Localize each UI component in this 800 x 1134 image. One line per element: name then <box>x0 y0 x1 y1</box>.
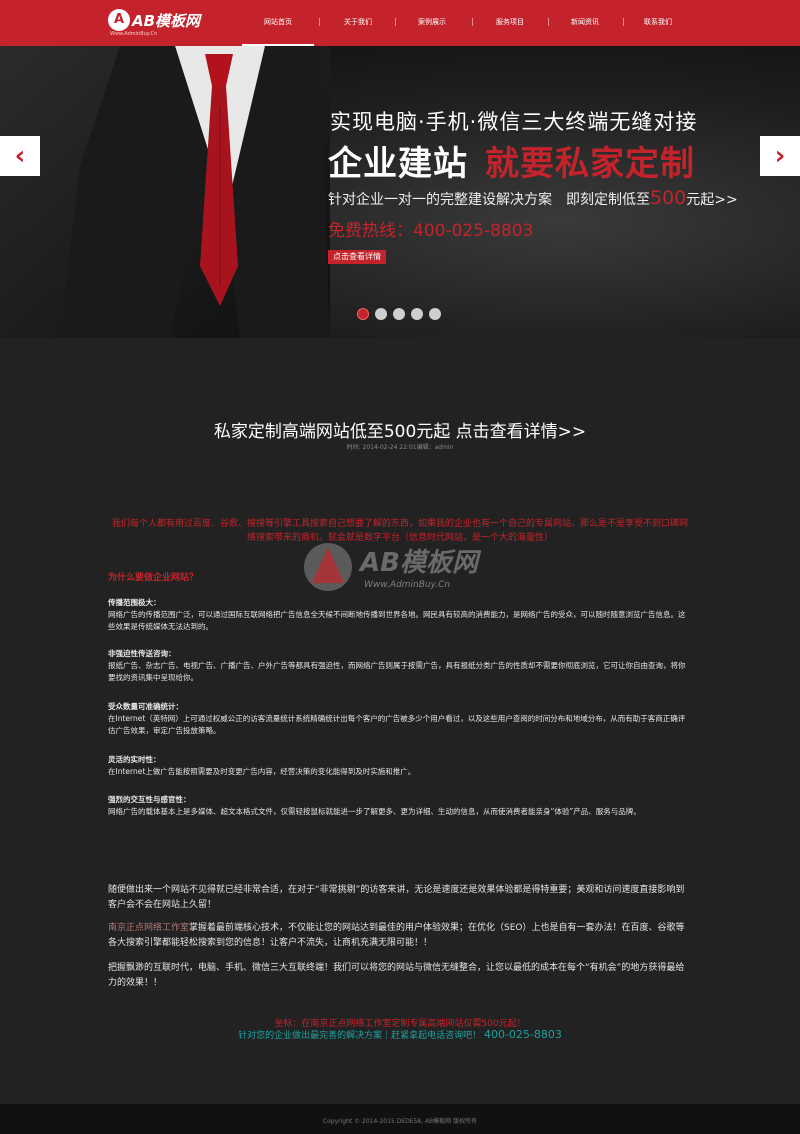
banner-offer: 针对企业一对一的完整建设解决方案 即刻定制低至500元起>> <box>328 187 738 209</box>
cta-contact: 针对您的企业做出最完善的解决方案｜赶紧拿起电话咨询吧！ 400-025-8803 <box>0 1028 800 1041</box>
cta-contact-text: 针对您的企业做出最完善的解决方案｜赶紧拿起电话咨询吧！ <box>238 1031 482 1041</box>
watermark-text: AB模板网 <box>358 548 482 578</box>
banner-offer-text: 针对企业一对一的完整建设解决方案 即刻定制低至 <box>328 192 650 208</box>
watermark-subtext: Www.AdminBuy.Cn <box>364 580 450 590</box>
details-button[interactable]: 点击查看详情 <box>328 250 386 264</box>
paragraph-speed: 随便做出来一个网站不见得就已经非常合适，在对于“非常挑剔”的访客来讲，无论是速度… <box>108 885 685 910</box>
section-body: 报纸广告、杂志广告、电视广告、广播广告、户外广告等都具有强迫性，而网络广告则属于… <box>108 661 686 682</box>
nav-separator: | <box>318 17 321 26</box>
section-interactive: 强烈的交互性与感官性： 网络广告的载体基本上是多媒体、超文本格式文件，仅需轻按鼠… <box>108 794 692 818</box>
copyright-text: Copyright © 2014-2015 DEDE58, AB模板网 版权所有 <box>322 1118 478 1125</box>
next-slide-arrow-icon[interactable]: › <box>760 136 800 176</box>
banner-offer-price: 500 <box>650 187 687 209</box>
prev-slide-arrow-icon[interactable]: ‹ <box>0 136 40 176</box>
nav-cases[interactable]: 案例展示 <box>396 0 468 46</box>
section-body: 在Internet（英特网）上可通过权威公正的访客流量统计系统精确统计出每个客户… <box>108 714 686 735</box>
section-body: 网络广告的传播范围广泛，可以通过国际互联网络把广告信息全天候不间断地传播到世界各… <box>108 610 686 631</box>
slide-dot[interactable] <box>393 308 405 320</box>
slide-dot[interactable] <box>357 308 369 320</box>
nav-home[interactable]: 网站首页 <box>242 0 314 46</box>
section-non-forced: 非强迫性传送咨询： 报纸广告、杂志广告、电视广告、广播广告、户外广告等都具有强迫… <box>108 648 692 684</box>
section-heading: 受众数量可准确统计： <box>108 702 183 711</box>
nav-contact[interactable]: 联系我们 <box>622 0 694 46</box>
cta-phone[interactable]: 400-025-8803 <box>484 1028 562 1041</box>
section-reach: 传播范围极大： 网络广告的传播范围广泛，可以通过国际互联网络把广告信息全天候不间… <box>108 597 692 633</box>
section-realtime: 灵活的实时性： 在Internet上做广告能按照需要及时变更广告内容，经营决策的… <box>108 754 692 778</box>
logo-text: AB模板网 <box>132 12 201 30</box>
paragraph-multiscreen: 把握飘渺的互联时代，电脑、手机、微信三大互联终端！我们可以将您的网站与微信无缝整… <box>108 963 685 988</box>
banner-hotline: 免费热线：400-025-8803 <box>328 221 534 241</box>
section-body: 网络广告的载体基本上是多媒体、超文本格式文件，仅需轻按鼠标就能进一步了解更多、更… <box>108 807 641 816</box>
site-footer: Copyright © 2014-2015 DEDE58, AB模板网 版权所有 <box>0 1104 800 1134</box>
banner-slogan-white: 企业建站 <box>328 144 468 184</box>
site-header: A AB模板网 Www.AdminBuy.Cn 网站首页 | 关于我们 | 案例… <box>0 0 800 46</box>
nav-news[interactable]: 新闻资讯 <box>549 0 621 46</box>
slide-dot[interactable] <box>429 308 441 320</box>
paragraph-seo-text: 掌握着最前端核心技术，不仅能让您的网站达到最佳的用户体验效果；在优化（SEO）上… <box>108 923 685 948</box>
nav-services[interactable]: 服务项目 <box>474 0 546 46</box>
slide-dot[interactable] <box>411 308 423 320</box>
section-heading: 强烈的交互性与感官性： <box>108 795 191 804</box>
studio-link[interactable]: 南京正点网络工作室 <box>108 923 189 933</box>
site-logo[interactable]: A AB模板网 Www.AdminBuy.Cn <box>108 9 208 39</box>
article-meta: 时间: 2014-02-24 22:01编辑：admin <box>346 444 454 451</box>
banner-headline: 实现电脑·手机·微信三大终端无缝对接 <box>330 110 698 134</box>
watermark-logo: AB模板网 Www.AdminBuy.Cn <box>304 543 482 591</box>
article-title[interactable]: 私家定制高端网站低至500元起 点击查看详情>> <box>0 417 800 442</box>
section-heading: 灵活的实时性： <box>108 755 161 764</box>
slide-dot[interactable] <box>375 308 387 320</box>
section-audience-stats: 受众数量可准确统计： 在Internet（英特网）上可通过权威公正的访客流量统计… <box>108 701 692 737</box>
section-heading: 非强迫性传送咨询： <box>108 649 176 658</box>
logo-mark: A <box>108 9 130 31</box>
logo-subtitle: Www.AdminBuy.Cn <box>110 31 158 37</box>
why-heading: 为什么要做企业网站？ <box>108 573 199 583</box>
nav-about[interactable]: 关于我们 <box>322 0 394 46</box>
paragraph-seo: 南京正点网络工作室掌握着最前端核心技术，不仅能让您的网站达到最佳的用户体验效果；… <box>108 921 692 951</box>
section-body: 在Internet上做广告能按照需要及时变更广告内容，经营决策的变化能得到及时实… <box>108 767 416 776</box>
banner-slogan-red: 就要私家定制 <box>485 144 695 184</box>
banner-offer-suffix: 元起>> <box>686 192 738 208</box>
suit-illustration <box>0 46 330 338</box>
hero-banner[interactable]: 实现电脑·手机·微信三大终端无缝对接 企业建站 就要私家定制 针对企业一对一的完… <box>0 46 800 338</box>
section-heading: 传播范围极大： <box>108 598 161 607</box>
